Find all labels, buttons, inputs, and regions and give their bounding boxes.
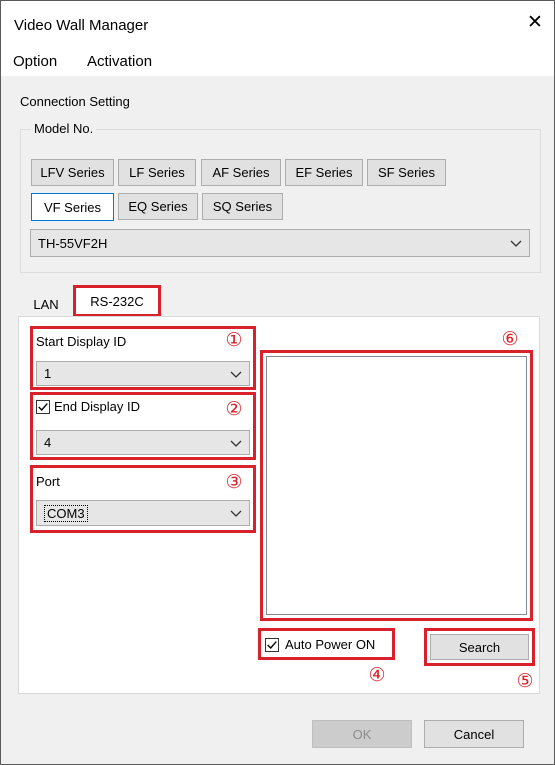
callout-5: ⑤ — [516, 671, 534, 692]
checkmark-icon — [267, 641, 277, 650]
chevron-down-icon — [230, 510, 242, 517]
start-display-id-label: Start Display ID — [36, 334, 127, 349]
series-button-eq[interactable]: EQ Series — [118, 193, 198, 220]
auto-power-label: Auto Power ON — [285, 637, 376, 652]
start-display-id-select[interactable]: 1 — [36, 361, 250, 386]
connection-setting-label: Connection Setting — [20, 94, 130, 109]
model-select[interactable]: TH-55VF2H — [30, 229, 530, 257]
callout-2: ② — [225, 399, 243, 420]
start-display-id-value: 1 — [44, 366, 52, 381]
menu-option[interactable]: Option — [13, 53, 57, 70]
window-title: Video Wall Manager — [14, 17, 149, 34]
series-button-lf[interactable]: LF Series — [118, 159, 196, 186]
display-list[interactable] — [266, 356, 527, 615]
end-display-id-select[interactable]: 4 — [36, 430, 250, 455]
ok-button[interactable]: OK — [312, 720, 412, 748]
chevron-down-icon — [510, 240, 522, 247]
series-button-sq[interactable]: SQ Series — [202, 193, 283, 220]
cancel-button[interactable]: Cancel — [424, 720, 524, 748]
chevron-down-icon — [230, 371, 242, 378]
port-label: Port — [36, 474, 60, 489]
callout-4: ④ — [368, 665, 386, 686]
model-select-value: TH-55VF2H — [38, 235, 108, 251]
callout-1: ① — [225, 330, 243, 351]
series-button-vf[interactable]: VF Series — [31, 193, 114, 221]
callout-3: ③ — [225, 472, 243, 493]
series-button-af[interactable]: AF Series — [201, 159, 281, 186]
model-group-label: Model No. — [31, 121, 97, 136]
series-button-ef[interactable]: EF Series — [285, 159, 363, 186]
end-display-id-label: End Display ID — [54, 399, 140, 414]
tab-lan[interactable]: LAN — [22, 292, 70, 317]
end-display-id-checkbox[interactable] — [36, 400, 50, 414]
port-value: COM3 — [44, 504, 88, 522]
series-button-lfv[interactable]: LFV Series — [31, 159, 114, 186]
port-select[interactable]: COM3 — [36, 500, 250, 526]
menu-activation[interactable]: Activation — [87, 53, 152, 70]
series-button-sf[interactable]: SF Series — [367, 159, 446, 186]
auto-power-checkbox[interactable] — [265, 638, 279, 652]
chevron-down-icon — [230, 440, 242, 447]
tab-rs232c[interactable]: RS-232C — [73, 285, 161, 317]
close-icon[interactable]: ✕ — [522, 10, 548, 36]
checkmark-icon — [38, 403, 48, 412]
end-display-id-value: 4 — [44, 435, 52, 450]
menu-bar — [0, 47, 555, 77]
callout-6: ⑥ — [501, 329, 519, 350]
search-button[interactable]: Search — [430, 634, 529, 660]
